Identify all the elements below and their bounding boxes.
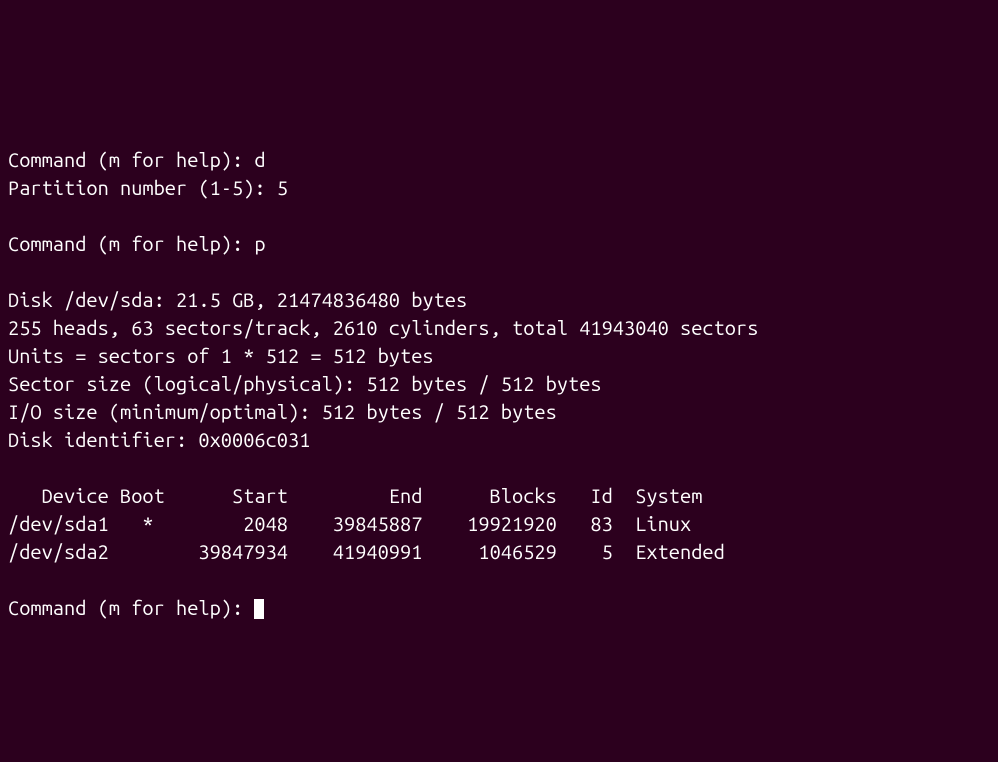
partition-input: 5 [277,176,288,199]
partition-table-row: /dev/sda1 * 2048 39845887 19921920 83 Li… [8,512,691,535]
partition-table-header: Device Boot Start End Blocks Id System [8,484,702,507]
disk-info-line: I/O size (minimum/optimal): 512 bytes / … [8,400,557,423]
command-prompt-line[interactable]: Command (m for help): [8,596,264,619]
command-prompt: Command (m for help): [8,596,254,619]
command-prompt-line: Command (m for help): d [8,148,266,171]
command-prompt: Command (m for help): [8,232,254,255]
command-input: p [254,232,265,255]
partition-table-row: /dev/sda2 39847934 41940991 1046529 5 Ex… [8,540,725,563]
command-prompt-line: Command (m for help): p [8,232,266,255]
terminal-output: Command (m for help): d Partition number… [8,118,990,622]
disk-info-line: 255 heads, 63 sectors/track, 2610 cylind… [8,316,758,339]
disk-info-line: Disk /dev/sda: 21.5 GB, 21474836480 byte… [8,288,467,311]
disk-info-line: Disk identifier: 0x0006c031 [8,428,310,451]
partition-prompt: Partition number (1-5): [8,176,277,199]
disk-info-line: Units = sectors of 1 * 512 = 512 bytes [8,344,434,367]
disk-info-line: Sector size (logical/physical): 512 byte… [8,372,602,395]
cursor[interactable] [254,599,264,619]
partition-prompt-line: Partition number (1-5): 5 [8,176,288,199]
command-prompt: Command (m for help): [8,148,254,171]
command-input: d [254,148,265,171]
